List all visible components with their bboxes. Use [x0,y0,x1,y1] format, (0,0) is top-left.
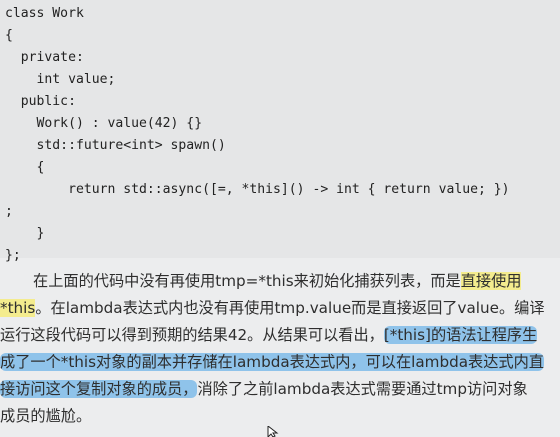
code-line: Work() : value(42) {} [5,116,203,131]
code-block: class Work { private: int value; public:… [0,0,560,263]
document-page: class Work { private: int value; public:… [0,0,560,437]
code-line: public: [5,94,76,109]
paragraph-line-2: *this。在lambda表达式内也没有再使用tmp.value而是直接返回了v… [0,297,545,319]
paragraph-text: 运行这段代码可以得到预期的结果42。从结果可以看出， [0,326,384,344]
paragraph-line-5: 接访问这个复制对象的成员，消除了之前lambda表达式需要通过tmp访问对象 [0,378,528,400]
code-line: private: [5,50,84,65]
paragraph-text: 成员的尴尬。 [0,407,92,425]
code-line: std::future<int> spawn() [5,138,226,153]
paragraph-text: 消除了之前lambda表达式需要通过tmp访问对象 [197,380,528,398]
code-line: }; [5,248,21,263]
paragraph-line-4: 成了一个*this对象的副本并存储在lambda表达式内，可以在lambda表达… [0,351,544,373]
paragraph-line-1: 在上面的代码中没有再使用tmp=*this来初始化捕获列表，而是直接使用 [33,270,522,292]
code-line: ; [5,204,13,219]
blue-highlight-text: 接访问这个复制对象的成员， [0,380,198,398]
mouse-cursor-icon [267,426,279,437]
code-line: class Work [5,6,84,21]
code-line: } [5,226,45,241]
paragraph-line-6: 成员的尴尬。 [0,405,91,427]
blue-highlight-text: 成了一个*this对象的副本并存储在lambda表达式内，可以在lambda表达… [0,353,544,371]
code-line: { [5,160,45,175]
yellow-highlight-text: 直接使用 [460,272,522,290]
yellow-highlight-text: *this [0,299,36,317]
code-line: { [5,28,13,43]
code-line: return std::async([=, *this]() -> int { … [5,182,510,197]
paragraph-text: 在上面的代码中没有再使用tmp=*this来初始化捕获列表，而是 [33,272,461,290]
blue-highlight-text: [*this]的语法让程序生 [383,326,538,344]
code-line: int value; [5,72,116,87]
paragraph-line-3: 运行这段代码可以得到预期的结果42。从结果可以看出，[*this]的语法让程序生 [0,324,538,346]
paragraph-text: 。在lambda表达式内也没有再使用tmp.value而是直接返回了value。… [35,299,545,317]
